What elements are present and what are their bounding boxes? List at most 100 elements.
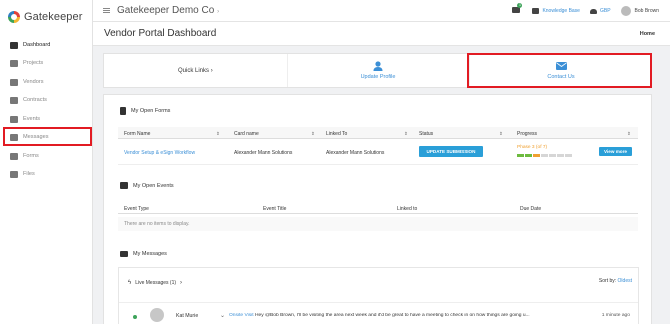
column-header-card-name[interactable]: Card name [234, 131, 259, 137]
message-preview: Hey @Bob Brown, I'll be visiting the are… [255, 313, 530, 318]
update-profile-label: Update Profile [360, 74, 396, 80]
files-icon [10, 170, 18, 178]
company-name: Gatekeeper Demo Co [117, 5, 215, 16]
notification-badge: 1 [517, 3, 523, 8]
section-title-text: My Open Events [133, 182, 174, 189]
quick-links-label: Quick Links › [178, 68, 213, 74]
sort-control[interactable]: Sort by: Oldest [599, 278, 632, 284]
sort-label: Sort by: [598, 278, 617, 284]
top-bar-right: 1 Knowledge Base GBP Bob Brown [512, 0, 670, 22]
chevron-down-icon[interactable]: ⌄ [220, 312, 225, 319]
highlight-contact-us [467, 53, 652, 88]
message-subject-link[interactable]: Onsite Visit [229, 313, 254, 318]
sidebar-item-projects[interactable]: Projects [0, 56, 93, 70]
column-header-due-date: Due Date [520, 205, 542, 212]
sidebar-item-label: Forms [23, 153, 39, 159]
column-header-event-title: Event Title [263, 205, 287, 212]
sort-value[interactable]: Oldest [618, 278, 632, 284]
quick-links-text: Quick Links [178, 68, 210, 74]
progress-bar [517, 154, 572, 157]
page-header: Vendor Portal Dashboard Home [93, 22, 670, 46]
progress-segment [541, 154, 548, 157]
knowledge-base-link[interactable]: Knowledge Base [532, 8, 580, 14]
sort-icon[interactable]: ⇕ [404, 131, 408, 137]
flag-icon [10, 115, 18, 123]
column-header-progress[interactable]: Progress [517, 131, 537, 137]
open-forms-heading: My Open Forms [120, 107, 170, 115]
linked-to-cell: Alexander Mann Solutions [326, 150, 385, 156]
brand-logo[interactable]: Gatekeeper [8, 11, 82, 23]
vendors-icon [10, 78, 18, 86]
message-time: 1 minute ago [601, 313, 630, 318]
live-messages-label: Live Messages (1) [135, 280, 177, 286]
sidebar-item-label: Contracts [23, 97, 47, 103]
live-messages-toggle[interactable]: ϟ Live Messages (1) › [128, 280, 182, 286]
sort-icon[interactable]: ⇕ [311, 131, 315, 137]
messages-heading: My Messages [120, 251, 167, 257]
sidebar-item-files[interactable]: Files [0, 167, 93, 181]
forms-table-header: Form Name ⇕ Card name ⇕ Linked To ⇕ Stat… [118, 127, 638, 139]
sidebar-item-label: Files [23, 171, 35, 177]
menu-icon[interactable] [103, 8, 110, 13]
gatekeeper-logo-icon [8, 11, 20, 23]
section-title-text: My Messages [133, 251, 167, 257]
sidebar-item-label: Projects [23, 60, 44, 66]
form-name-link[interactable]: Vendor Setup & eSign Workflow [124, 150, 195, 156]
breadcrumb[interactable]: Home [640, 31, 655, 37]
message-preview-line: Onsite Visit Hey @Bob Brown, I'll be vis… [229, 313, 584, 318]
sidebar-item-label: Vendors [23, 79, 44, 85]
column-header-form-name[interactable]: Form Name [124, 131, 150, 137]
sidebar: Gatekeeper Dashboard Projects Vendors Co… [0, 0, 93, 324]
column-header-status[interactable]: Status [419, 131, 433, 137]
events-table-header: Event Type Event Title Linked to Due Dat… [118, 202, 638, 214]
online-status-dot [133, 315, 137, 319]
user-menu[interactable]: Bob Brown [620, 6, 659, 16]
notifications-button[interactable]: 1 [512, 3, 523, 15]
progress-segment [525, 154, 532, 157]
list-item[interactable]: Kat Murie ⌄ Onsite Visit Hey @Bob Brown,… [119, 302, 638, 324]
sidebar-item-contracts[interactable]: Contracts [0, 93, 93, 107]
sidebar-item-label: Dashboard [23, 42, 51, 48]
card-name-cell: Alexander Mann Solutions [234, 150, 293, 156]
open-events-heading: My Open Events [120, 182, 174, 189]
user-name: Bob Brown [634, 8, 659, 14]
hat-icon [589, 8, 597, 14]
lightning-icon: ϟ [128, 280, 132, 286]
update-submission-button[interactable]: UPDATE SUBMISSION [419, 146, 483, 157]
avatar [150, 308, 164, 322]
knowledge-base-label: Knowledge Base [542, 8, 580, 14]
currency-label: GBP [599, 8, 611, 14]
sidebar-item-label: Events [23, 116, 41, 122]
progress-segment [549, 154, 556, 157]
sidebar-item-events[interactable]: Events [0, 112, 93, 126]
chevron-right-icon: › [180, 280, 183, 286]
brand-name: Gatekeeper [24, 11, 83, 23]
chevron-right-icon: › [217, 9, 220, 15]
sort-icon[interactable]: ⇕ [627, 131, 631, 137]
column-header-linked-to[interactable]: Linked To [326, 131, 347, 137]
flag-icon [120, 182, 128, 189]
update-profile-link[interactable]: Update Profile [287, 54, 468, 87]
section-title-text: My Open Forms [131, 108, 171, 114]
progress-segment [557, 154, 564, 157]
sidebar-item-vendors[interactable]: Vendors [0, 75, 93, 89]
empty-state: There are no items to display. [118, 217, 638, 231]
progress-segment [565, 154, 572, 157]
chevron-right-icon: › [210, 68, 213, 74]
highlight-messages [3, 127, 92, 146]
table-row: Vendor Setup & eSign Workflow Alexander … [118, 141, 638, 165]
dashboard-icon [10, 41, 18, 49]
contracts-icon [10, 96, 18, 104]
view-more-button[interactable]: View more [599, 147, 632, 156]
message-sender: Kat Murie [176, 313, 199, 319]
progress-segment [517, 154, 524, 157]
sort-icon[interactable]: ⇕ [216, 131, 220, 137]
sidebar-item-dashboard[interactable]: Dashboard [0, 38, 93, 52]
user-icon [373, 61, 383, 71]
column-header-linked-to: Linked to [397, 205, 418, 212]
currency-selector[interactable]: GBP [589, 8, 611, 14]
sidebar-item-forms[interactable]: Forms [0, 149, 93, 163]
company-switcher[interactable]: Gatekeeper Demo Co › [117, 5, 219, 16]
top-bar: Gatekeeper Demo Co › 1 Knowledge Base GB… [93, 0, 670, 22]
sort-icon[interactable]: ⇕ [499, 131, 503, 137]
